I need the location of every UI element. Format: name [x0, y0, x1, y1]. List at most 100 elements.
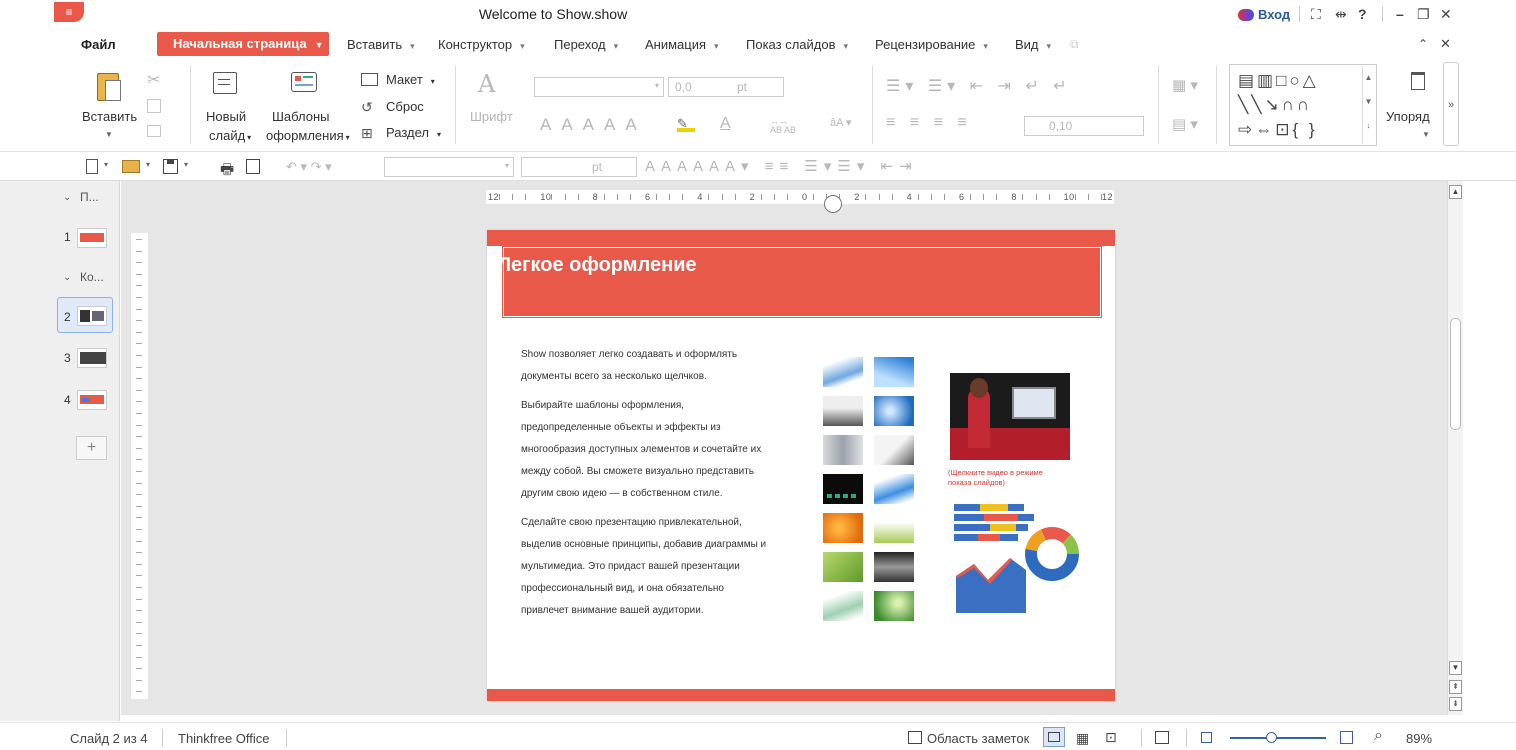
search-icon[interactable]: ⌕: [1374, 727, 1383, 745]
qat-format-buttons[interactable]: AAAAAA▾ ≡≡ ☰▾☰▾ ⇤⇥: [645, 157, 918, 175]
font-label[interactable]: Шрифт: [470, 109, 513, 124]
minimize-icon[interactable]: –: [1396, 6, 1404, 22]
case-icon[interactable]: âA ▾: [830, 116, 851, 129]
new-doc-icon[interactable]: [86, 159, 98, 174]
text-align-icon[interactable]: ▤ ▾: [1172, 115, 1198, 133]
chevron-down-icon[interactable]: ▾: [184, 160, 188, 169]
align-buttons[interactable]: ≡ ≡ ≡ ≡: [886, 114, 972, 132]
menu-file[interactable]: Файл: [81, 37, 116, 52]
qat-font-select[interactable]: ▾: [384, 157, 514, 177]
slide[interactable]: Легкое оформление Show позволяет легко с…: [487, 230, 1115, 701]
slide-thumbnail-3[interactable]: [77, 348, 107, 368]
notes-icon[interactable]: [908, 731, 922, 744]
horizontal-ruler[interactable]: 12 10 8 6 4 2 0 2 4 6 8 10 12: [486, 190, 1114, 204]
new-slide-label-2[interactable]: слайд ▾: [209, 128, 251, 143]
templates-label-2[interactable]: оформления ▾: [266, 128, 350, 143]
sorter-view-icon[interactable]: ▦: [1076, 730, 1089, 747]
add-slide-button[interactable]: +: [76, 436, 107, 460]
open-folder-icon[interactable]: [122, 160, 140, 173]
slide-thumbnail-1[interactable]: [77, 228, 107, 248]
chevron-down-icon[interactable]: ▼: [105, 130, 113, 139]
slide-paragraph-3[interactable]: Сделайте свою презентацию привлекательно…: [521, 512, 771, 622]
login-button[interactable]: Вход: [1238, 7, 1290, 22]
restore-icon[interactable]: ❐: [1417, 6, 1430, 23]
prev-slide-button[interactable]: ⇞: [1449, 680, 1462, 694]
section-button[interactable]: Раздел ▾: [386, 125, 441, 140]
templates-icon[interactable]: [291, 72, 317, 92]
format-painter-icon[interactable]: [147, 125, 161, 137]
font-icon[interactable]: A: [478, 70, 495, 98]
menu-insert[interactable]: Вставить ▾: [347, 37, 415, 52]
new-slide-label[interactable]: Новый: [206, 109, 246, 124]
scroll-up-button[interactable]: ▲: [1449, 185, 1462, 199]
char-spacing-icon[interactable]: ↔↔ AB AB: [770, 117, 796, 135]
scroll-down-button[interactable]: ▼: [1449, 661, 1462, 675]
zoom-level[interactable]: 89%: [1406, 731, 1432, 746]
chevron-down-icon[interactable]: ⌄: [63, 192, 71, 203]
fit-slide-icon[interactable]: [1155, 731, 1169, 744]
font-name-select[interactable]: ▾: [534, 77, 664, 97]
video-placeholder[interactable]: [950, 373, 1070, 460]
cut-icon[interactable]: ✂: [147, 70, 160, 90]
shapes-row-2[interactable]: ╲╲↘∩∩: [1238, 95, 1312, 115]
templates-label[interactable]: Шаблоны: [272, 109, 330, 124]
gallery-scroll[interactable]: ▲ ▼ ↓: [1362, 66, 1374, 144]
slideshow-view-icon[interactable]: ⊡: [1105, 729, 1117, 746]
vertical-ruler[interactable]: [131, 233, 148, 699]
reset-button[interactable]: Сброс: [386, 99, 424, 114]
help-icon[interactable]: ?: [1358, 6, 1367, 22]
close-icon[interactable]: ✕: [1440, 6, 1452, 23]
slide-paragraph-1[interactable]: Show позволяет легко создавать и оформля…: [521, 344, 771, 388]
shapes-gallery[interactable]: ▤▥□○△ ╲╲↘∩∩ ⇨⇔⊡{ }: [1229, 64, 1377, 146]
chevron-down-icon[interactable]: ▾: [104, 160, 108, 169]
ribbon-expand-button[interactable]: »: [1443, 62, 1459, 146]
close-doc-icon[interactable]: ✕: [1440, 36, 1451, 52]
new-slide-icon[interactable]: [213, 72, 237, 94]
menu-designer[interactable]: Конструктор ▾: [438, 37, 525, 52]
shapes-row-3[interactable]: ⇨⇔⊡{ }: [1238, 120, 1318, 140]
list-buttons[interactable]: ☰▾ ☰▾ ⇤ ⇥ ↵ ↵: [886, 76, 1072, 96]
vertical-scrollbar[interactable]: [1447, 181, 1463, 715]
zoom-slider-thumb[interactable]: [1266, 732, 1277, 743]
font-style-buttons[interactable]: AAAAA: [540, 115, 647, 135]
layout-icon[interactable]: [361, 73, 378, 86]
scroll-thumb[interactable]: [1450, 318, 1461, 430]
font-size-field[interactable]: 0,0 pt: [668, 77, 784, 97]
undo-redo-buttons[interactable]: ↶ ▾ ↷ ▾: [286, 159, 332, 175]
font-color-icon[interactable]: A: [720, 115, 731, 133]
notes-toggle[interactable]: Область заметок: [927, 731, 1029, 746]
section-header-1[interactable]: П...: [80, 190, 99, 204]
slide-thumbnail-2[interactable]: [77, 306, 107, 326]
collapse-ribbon-icon[interactable]: ⌃: [1418, 37, 1428, 51]
qat-size-field[interactable]: pt: [521, 157, 637, 177]
layout-button[interactable]: Макет ▾: [386, 72, 435, 87]
zoom-slider-track[interactable]: [1230, 737, 1326, 739]
normal-view-button[interactable]: [1043, 727, 1065, 747]
slide-paragraph-2[interactable]: Выбирайте шаблоны оформления, предопреде…: [521, 395, 771, 505]
chevron-down-icon[interactable]: ⌄: [63, 272, 71, 283]
shapes-row-1[interactable]: ▤▥□○△: [1238, 71, 1319, 91]
chevron-down-icon[interactable]: ▾: [146, 160, 150, 169]
fullscreen-icon[interactable]: ⛶: [1311, 6, 1321, 23]
pin-icon[interactable]: ⧉: [1070, 37, 1079, 52]
paste-icon[interactable]: [94, 71, 122, 103]
menu-view[interactable]: Вид ▾: [1015, 37, 1051, 52]
print-preview-icon[interactable]: [246, 159, 260, 174]
menu-transition[interactable]: Переход ▾: [554, 37, 618, 52]
zoom-in-icon[interactable]: [1340, 731, 1353, 744]
menu-animation[interactable]: Анимация ▾: [645, 37, 719, 52]
chevron-down-icon[interactable]: ▼: [1422, 130, 1430, 139]
fit-width-icon[interactable]: ⇹: [1335, 6, 1347, 23]
arrange-icon[interactable]: [1411, 72, 1425, 90]
save-icon[interactable]: [163, 159, 178, 174]
menu-review[interactable]: Рецензирование ▾: [875, 37, 988, 52]
section-header-2[interactable]: Ко...: [80, 270, 104, 284]
arrange-label[interactable]: Упоряд: [1386, 109, 1430, 124]
next-slide-button[interactable]: ⇟: [1449, 697, 1462, 711]
menu-home[interactable]: Начальная страница ▼: [157, 32, 329, 56]
line-spacing-field[interactable]: 0,10: [1024, 116, 1144, 136]
paste-label[interactable]: Вставить: [82, 109, 137, 124]
slide-thumbnail-4[interactable]: [77, 390, 107, 410]
highlight-icon[interactable]: ✎: [677, 116, 695, 132]
indent-marker[interactable]: [824, 195, 842, 213]
